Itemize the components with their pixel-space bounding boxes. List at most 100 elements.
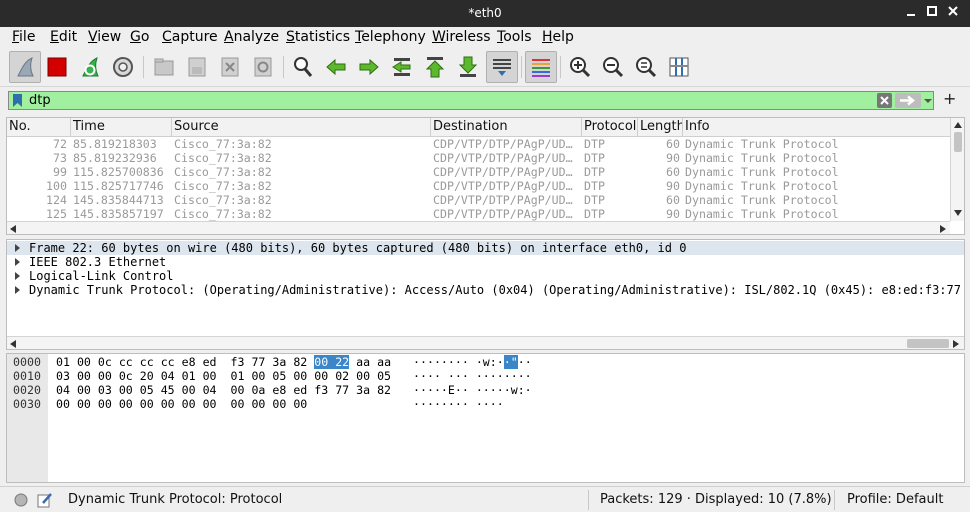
close-file-icon[interactable]: [215, 52, 245, 82]
colorize-icon[interactable]: [525, 51, 557, 83]
scroll-thumb[interactable]: [954, 132, 962, 152]
bytes-ascii-part: ········ ·w:·: [413, 355, 504, 369]
packet-list-vscrollbar[interactable]: [950, 118, 964, 221]
column-divider[interactable]: [581, 118, 582, 136]
bytes-ascii[interactable]: ···· ··· ········: [413, 369, 532, 383]
status-profile[interactable]: Profile: Default: [847, 492, 943, 507]
menu-tools[interactable]: Tools: [497, 29, 532, 45]
zoom-normal-icon[interactable]: [631, 52, 661, 82]
bookmark-icon[interactable]: [12, 94, 23, 107]
menu-file[interactable]: File: [12, 29, 35, 45]
reload-file-icon[interactable]: [248, 52, 278, 82]
bytes-offset: 0020: [13, 383, 41, 397]
bytes-hex[interactable]: 03 00 00 0c 20 04 01 00 01 00 05 00 00 0…: [56, 369, 391, 383]
minimize-icon[interactable]: [903, 5, 919, 21]
column-source[interactable]: Source: [174, 119, 219, 134]
expert-info-icon[interactable]: [14, 493, 28, 507]
edit-comment-icon[interactable]: [37, 492, 53, 508]
menu-statistics[interactable]: Statistics: [286, 29, 350, 45]
table-row[interactable]: 124 145.835844713 Cisco_77:3a:82 CDP/VTP…: [7, 193, 952, 207]
table-row[interactable]: 99 115.825700836 Cisco_77:3a:82 CDP/VTP/…: [7, 165, 952, 179]
column-time[interactable]: Time: [73, 119, 105, 134]
resize-columns-icon[interactable]: [664, 52, 694, 82]
column-divider[interactable]: [171, 118, 172, 136]
menu-view[interactable]: View: [88, 29, 121, 45]
menu-wireless[interactable]: Wireless: [432, 29, 491, 45]
go-last-icon[interactable]: [453, 52, 483, 82]
column-divider[interactable]: [682, 118, 683, 136]
bytes-ascii[interactable]: ········ ····: [413, 397, 504, 411]
expand-arrow-icon[interactable]: [15, 258, 20, 266]
scroll-thumb[interactable]: [907, 339, 949, 348]
restart-capture-icon[interactable]: [75, 52, 105, 82]
tree-item-frame[interactable]: Frame 22: 60 bytes on wire (480 bits), 6…: [7, 241, 964, 255]
table-row[interactable]: 100 115.825717746 Cisco_77:3a:82 CDP/VTP…: [7, 179, 952, 193]
menu-help-label: elp: [552, 29, 574, 45]
menu-go[interactable]: Go: [130, 29, 149, 45]
auto-scroll-icon[interactable]: [486, 51, 518, 83]
tree-item-llc[interactable]: Logical-Link Control: [7, 269, 964, 283]
menu-telephony[interactable]: Telephony: [355, 29, 426, 45]
bytes-ascii[interactable]: ········ ·w:··"··: [413, 355, 532, 369]
expand-arrow-icon[interactable]: [15, 272, 20, 280]
title-bar: *eth0: [0, 0, 970, 27]
clear-filter-icon[interactable]: [877, 93, 892, 108]
column-info[interactable]: Info: [685, 119, 710, 134]
expand-arrow-icon[interactable]: [15, 286, 20, 294]
shark-fin-start-icon[interactable]: [9, 51, 41, 83]
zoom-out-icon[interactable]: [598, 52, 628, 82]
close-icon[interactable]: [945, 5, 961, 21]
add-filter-button[interactable]: +: [943, 89, 956, 108]
table-row[interactable]: 125 145.835857197 Cisco_77:3a:82 CDP/VTP…: [7, 207, 952, 221]
go-forward-icon[interactable]: [354, 52, 384, 82]
display-filter-input[interactable]: [29, 93, 859, 108]
find-packet-icon[interactable]: [288, 52, 318, 82]
table-row[interactable]: 72 85.819218303 Cisco_77:3a:82 CDP/VTP/D…: [7, 137, 952, 151]
bytes-hex[interactable]: 00 00 00 00 00 00 00 00 00 00 00 00: [56, 397, 307, 411]
scroll-left-arrow-icon[interactable]: [10, 340, 16, 348]
status-bar: Dynamic Trunk Protocol: Protocol Packets…: [0, 486, 970, 512]
expand-arrow-icon[interactable]: [15, 244, 20, 252]
apply-filter-icon[interactable]: [895, 93, 921, 108]
stop-capture-icon[interactable]: [42, 52, 72, 82]
chevron-down-icon[interactable]: [923, 95, 933, 105]
menu-go-label: o: [140, 29, 150, 45]
scroll-right-arrow-icon[interactable]: [953, 340, 959, 348]
scroll-down-arrow-icon[interactable]: [954, 210, 962, 216]
tree-item-ethernet[interactable]: IEEE 802.3 Ethernet: [7, 255, 964, 269]
open-file-icon[interactable]: [149, 52, 179, 82]
column-divider[interactable]: [637, 118, 638, 136]
menu-capture[interactable]: Capture: [162, 29, 218, 45]
column-destination[interactable]: Destination: [433, 119, 508, 134]
column-divider[interactable]: [70, 118, 71, 136]
scroll-right-arrow-icon[interactable]: [940, 225, 946, 233]
go-to-packet-icon[interactable]: [387, 52, 417, 82]
details-hscrollbar[interactable]: [7, 336, 964, 349]
table-row[interactable]: 73 85.819232936 Cisco_77:3a:82 CDP/VTP/D…: [7, 151, 952, 165]
capture-options-gear-icon[interactable]: [108, 52, 138, 82]
column-no[interactable]: No.: [9, 119, 31, 134]
bytes-ascii[interactable]: ·····E·· ·····w:·: [413, 383, 532, 397]
bytes-hex-part: aa aa: [349, 355, 392, 369]
cell-time: 145.835844713: [73, 193, 164, 207]
window-title: *eth0: [468, 6, 502, 20]
go-back-icon[interactable]: [321, 52, 351, 82]
go-first-icon[interactable]: [420, 52, 450, 82]
bytes-hex[interactable]: 04 00 03 00 05 45 00 04 00 0a e8 ed f3 7…: [56, 383, 391, 397]
column-length[interactable]: Length: [640, 119, 682, 134]
packet-list-hscrollbar[interactable]: [7, 221, 950, 234]
zoom-in-icon[interactable]: [565, 52, 595, 82]
tree-item-dtp[interactable]: Dynamic Trunk Protocol: (Operating/Admin…: [7, 283, 964, 297]
scroll-left-arrow-icon[interactable]: [10, 225, 16, 233]
menu-analyze[interactable]: Analyze: [224, 29, 279, 45]
menu-help[interactable]: Help: [542, 29, 574, 45]
status-separator: [834, 490, 835, 510]
save-file-icon[interactable]: [182, 52, 212, 82]
bytes-hex[interactable]: 01 00 0c cc cc cc e8 ed f3 77 3a 82 00 2…: [56, 355, 391, 369]
maximize-icon[interactable]: [924, 5, 940, 21]
scroll-up-arrow-icon[interactable]: [954, 122, 962, 128]
menu-statistics-label: tatistics: [294, 29, 351, 45]
menu-edit[interactable]: Edit: [50, 29, 77, 45]
column-protocol[interactable]: Protocol: [584, 119, 636, 134]
column-divider[interactable]: [430, 118, 431, 136]
